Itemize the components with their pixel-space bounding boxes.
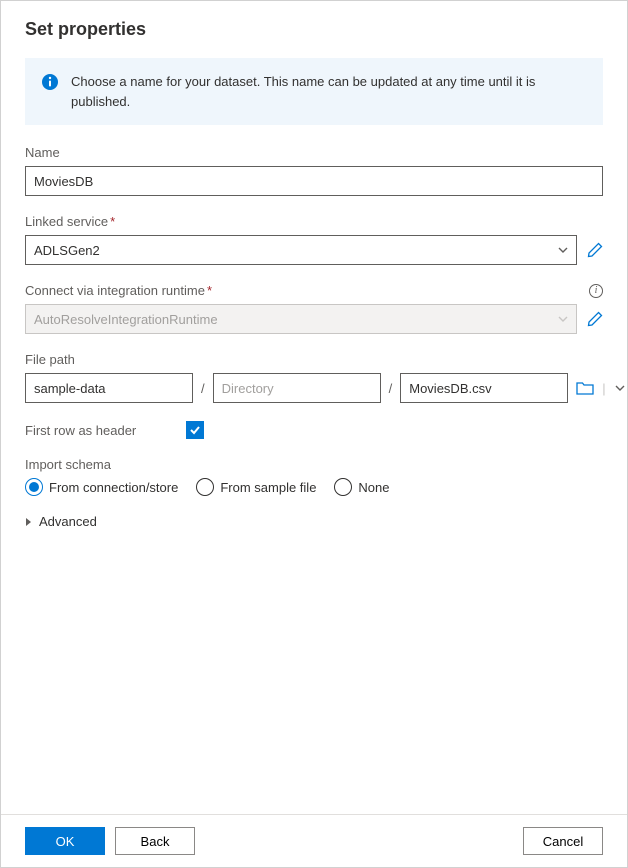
import-schema-option-connection[interactable]: From connection/store: [25, 478, 178, 496]
radio-label: From sample file: [220, 480, 316, 495]
integration-runtime-select: [25, 304, 577, 334]
edit-integration-runtime-icon[interactable]: [587, 311, 603, 327]
radio-label: None: [358, 480, 389, 495]
info-banner: Choose a name for your dataset. This nam…: [25, 58, 603, 125]
linked-service-label: Linked service: [25, 214, 108, 229]
import-schema-option-none[interactable]: None: [334, 478, 389, 496]
linked-service-select[interactable]: [25, 235, 577, 265]
path-separator: /: [201, 381, 205, 396]
info-text: Choose a name for your dataset. This nam…: [71, 72, 587, 111]
import-schema-label: Import schema: [25, 457, 603, 472]
file-path-label: File path: [25, 352, 603, 367]
first-row-header-checkbox[interactable]: [186, 421, 204, 439]
checkmark-icon: [189, 424, 201, 436]
required-indicator: *: [110, 214, 115, 229]
name-input[interactable]: [25, 166, 603, 196]
chevron-right-icon: [25, 517, 33, 527]
integration-runtime-label: Connect via integration runtime: [25, 283, 205, 298]
chevron-down-icon[interactable]: [614, 382, 626, 394]
page-title: Set properties: [25, 19, 603, 40]
file-path-container-input[interactable]: [25, 373, 193, 403]
import-schema-option-sample-file[interactable]: From sample file: [196, 478, 316, 496]
file-path-file-input[interactable]: [400, 373, 568, 403]
info-small-icon[interactable]: i: [589, 284, 603, 298]
required-indicator: *: [207, 283, 212, 298]
name-label: Name: [25, 145, 603, 160]
first-row-header-label: First row as header: [25, 423, 136, 438]
path-separator: /: [389, 381, 393, 396]
back-button[interactable]: Back: [115, 827, 195, 855]
info-icon: [41, 73, 59, 91]
radio-label: From connection/store: [49, 480, 178, 495]
edit-linked-service-icon[interactable]: [587, 242, 603, 258]
cancel-button[interactable]: Cancel: [523, 827, 603, 855]
advanced-label: Advanced: [39, 514, 97, 529]
divider: |: [602, 381, 605, 396]
advanced-toggle[interactable]: Advanced: [25, 514, 603, 529]
footer: OK Back Cancel: [1, 814, 627, 867]
ok-button[interactable]: OK: [25, 827, 105, 855]
browse-folder-icon[interactable]: [576, 380, 594, 396]
file-path-directory-input[interactable]: [213, 373, 381, 403]
